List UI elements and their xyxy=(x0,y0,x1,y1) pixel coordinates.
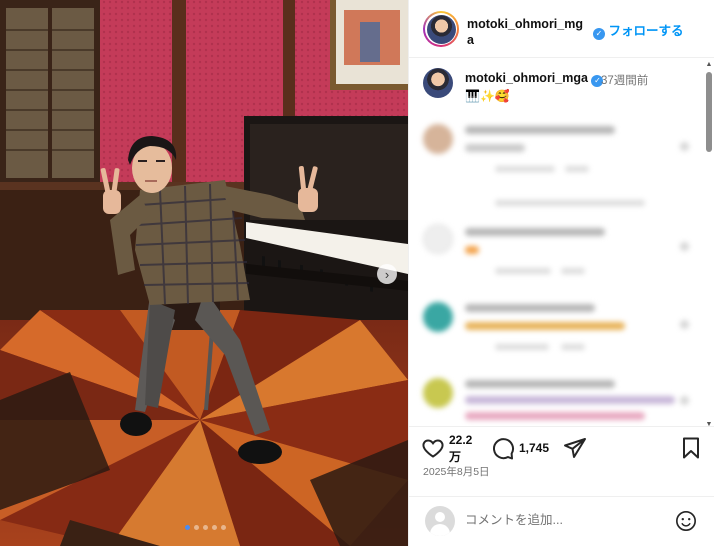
caption-avatar[interactable] xyxy=(423,68,453,98)
post-actions: 22.2 万 1,745 2025年8月5日 xyxy=(409,426,714,496)
emoji-icon[interactable] xyxy=(675,510,697,532)
caption-username[interactable]: motoki_ohmori_mga ✓ xyxy=(465,71,604,87)
carousel-dot[interactable] xyxy=(194,525,199,530)
caption-text: 🎹✨🥰 xyxy=(465,89,510,103)
post-photo[interactable]: › xyxy=(0,0,408,546)
comment-avatar xyxy=(423,224,453,254)
story-avatar[interactable] xyxy=(423,11,459,47)
user-avatar xyxy=(425,506,455,536)
comments-count[interactable]: 1,745 xyxy=(519,441,549,455)
add-comment-bar xyxy=(409,496,714,546)
scrollbar-thumb[interactable] xyxy=(706,72,712,152)
comment-item xyxy=(423,374,693,426)
carousel-dots xyxy=(185,525,226,530)
bookmark-icon[interactable] xyxy=(679,436,703,460)
comment-item xyxy=(423,220,693,290)
likes-count[interactable]: 22.2 xyxy=(449,433,472,447)
comment-icon[interactable] xyxy=(491,436,515,460)
likes-unit[interactable]: 万 xyxy=(449,448,461,465)
header-username-text[interactable]: motoki_ohmori_mga xyxy=(467,17,583,47)
comment-avatar xyxy=(423,302,453,332)
post-header: motoki_ohmori_mga ✓ フォローする xyxy=(409,0,714,58)
caption-username-text[interactable]: motoki_ohmori_mga xyxy=(465,71,588,85)
comments-list[interactable] xyxy=(409,110,714,426)
comments-scrollbar[interactable]: ▲ ▼ xyxy=(706,61,713,428)
add-comment-input[interactable] xyxy=(465,513,665,527)
verified-icon: ✓ xyxy=(593,27,605,40)
next-arrow-icon: › xyxy=(384,266,390,282)
comment-item xyxy=(423,298,693,368)
comment-avatar xyxy=(423,378,453,408)
comment-avatar xyxy=(423,124,453,154)
share-icon[interactable] xyxy=(563,436,587,460)
carousel-dot[interactable] xyxy=(212,525,217,530)
post-side-panel: motoki_ohmori_mga ✓ フォローする motoki_ohmori… xyxy=(408,0,714,546)
carousel-dot[interactable] xyxy=(185,525,190,530)
avatar xyxy=(426,14,456,44)
header-username[interactable]: motoki_ohmori_mga xyxy=(467,16,587,48)
carousel-dot[interactable] xyxy=(221,525,226,530)
heart-icon[interactable] xyxy=(421,436,445,460)
carousel-next-button[interactable]: › xyxy=(377,264,397,284)
comment-item xyxy=(423,120,693,190)
photo-scene xyxy=(0,0,408,546)
caption-timestamp[interactable]: 37週間前 xyxy=(601,72,648,88)
carousel-dot[interactable] xyxy=(203,525,208,530)
post-date[interactable]: 2025年8月5日 xyxy=(423,464,490,479)
follow-button[interactable]: ✓ フォローする xyxy=(593,20,684,40)
follow-label[interactable]: フォローする xyxy=(608,24,683,38)
